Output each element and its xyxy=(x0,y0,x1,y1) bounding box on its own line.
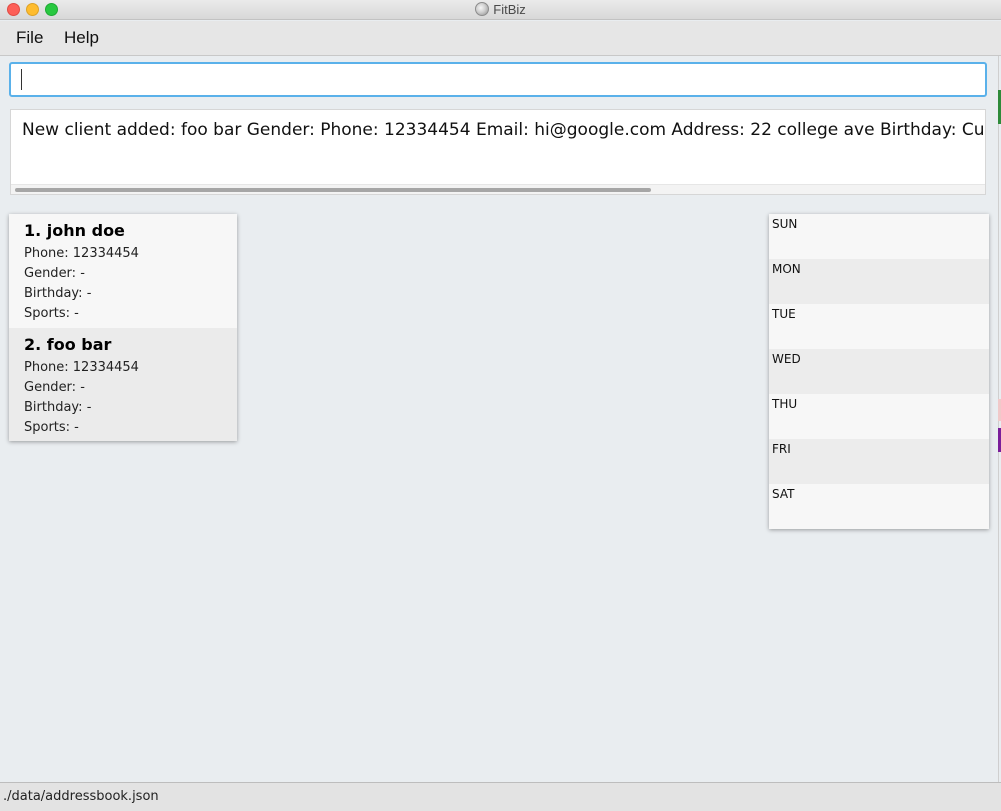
app-logo-icon xyxy=(475,2,490,16)
text-caret xyxy=(21,69,22,90)
client-card[interactable]: 1. john doe Phone: 12334454 Gender: - Bi… xyxy=(9,214,237,328)
window-title: FitBiz xyxy=(493,2,526,17)
scrollbar-thumb[interactable] xyxy=(15,188,651,192)
menu-help[interactable]: Help xyxy=(64,28,99,48)
data-file-path: ./data/addressbook.json xyxy=(3,789,159,804)
schedule-day-thu: THU xyxy=(769,394,989,439)
schedule-day-tue: TUE xyxy=(769,304,989,349)
client-phone: Phone: 12334454 xyxy=(24,359,139,375)
client-sports: Sports: - xyxy=(24,419,79,435)
client-birthday: Birthday: - xyxy=(24,399,92,415)
schedule-day-wed: WED xyxy=(769,349,989,394)
client-sports: Sports: - xyxy=(24,306,79,321)
window-title-area: FitBiz xyxy=(0,2,1001,17)
client-gender: Gender: - xyxy=(24,266,85,281)
title-bar: FitBiz xyxy=(0,0,1001,20)
result-message: New client added: foo bar Gender: Phone:… xyxy=(22,120,986,140)
command-input[interactable] xyxy=(9,62,987,97)
client-gender: Gender: - xyxy=(24,379,85,395)
schedule-day-fri: FRI xyxy=(769,439,989,484)
client-name: 2. foo bar xyxy=(24,334,112,354)
client-list[interactable]: 1. john doe Phone: 12334454 Gender: - Bi… xyxy=(9,214,237,441)
app-window: FitBiz File Help New client added: foo b… xyxy=(0,0,1001,811)
client-name: 1. john doe xyxy=(24,221,125,240)
weekly-schedule: SUN MON TUE WED THU FRI SAT xyxy=(769,214,989,529)
result-horizontal-scrollbar[interactable] xyxy=(11,184,985,194)
schedule-day-mon: MON xyxy=(769,259,989,304)
client-birthday: Birthday: - xyxy=(24,286,92,301)
schedule-day-sat: SAT xyxy=(769,484,989,529)
menu-file[interactable]: File xyxy=(16,28,43,48)
menu-bar: File Help xyxy=(0,21,1001,56)
schedule-day-sun: SUN xyxy=(769,214,989,259)
client-phone: Phone: 12334454 xyxy=(24,246,139,261)
result-display[interactable]: New client added: foo bar Gender: Phone:… xyxy=(10,109,986,195)
status-bar: ./data/addressbook.json xyxy=(0,782,1001,811)
client-card[interactable]: 2. foo bar Phone: 12334454 Gender: - Bir… xyxy=(9,327,237,441)
